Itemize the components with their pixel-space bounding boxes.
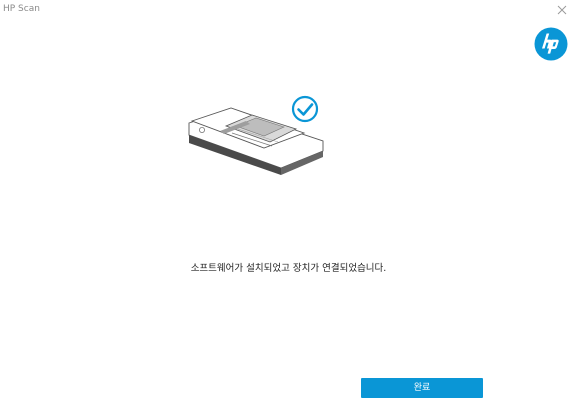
scanner-with-checkmark-icon	[188, 95, 324, 175]
done-button[interactable]: 완료	[361, 378, 483, 398]
status-message: 소프트웨어가 설치되었고 장치가 연결되었습니다.	[190, 263, 387, 274]
close-icon	[557, 5, 567, 15]
window-title: HP Scan	[3, 4, 40, 14]
close-button[interactable]	[549, 0, 577, 22]
hp-logo-icon	[534, 27, 568, 61]
title-bar: HP Scan	[0, 0, 577, 22]
